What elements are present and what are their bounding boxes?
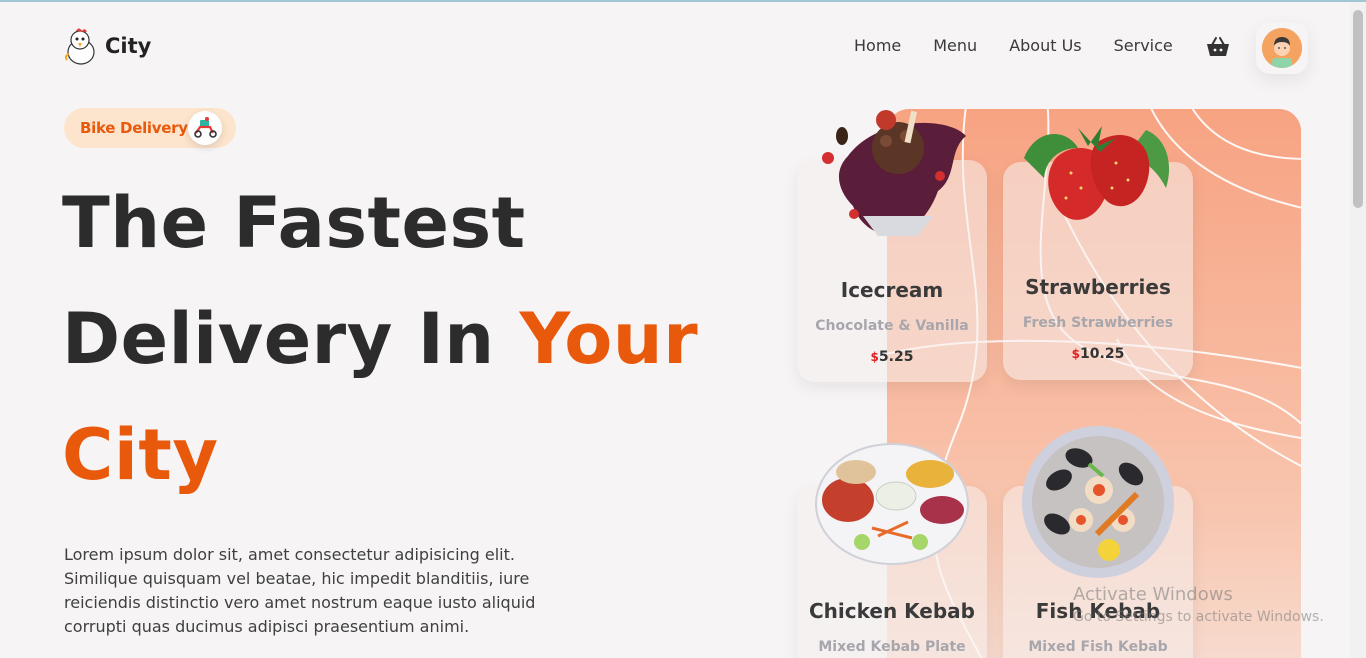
card-price: $10.25 bbox=[1003, 346, 1193, 362]
avatar-icon bbox=[1262, 28, 1302, 68]
card-price: $5.25 bbox=[797, 349, 987, 365]
headline-line-2-text: Delivery In bbox=[62, 298, 520, 380]
headline-line-1: The Fastest bbox=[62, 182, 526, 264]
chicken-kebab-image bbox=[815, 443, 969, 565]
fish-kebab-image bbox=[1022, 426, 1174, 578]
icecream-image bbox=[822, 110, 966, 236]
strawberries-image bbox=[1024, 126, 1170, 220]
card-title: Strawberries bbox=[1025, 275, 1171, 299]
nav-home[interactable]: Home bbox=[854, 36, 901, 55]
page-scrollbar[interactable] bbox=[1350, 2, 1366, 658]
main-nav: Home Menu About Us Service bbox=[854, 36, 1205, 55]
price-value: 10.25 bbox=[1080, 346, 1125, 362]
activation-watermark-subtitle: Go to Settings to activate Windows. bbox=[1073, 609, 1324, 625]
nav-service[interactable]: Service bbox=[1114, 36, 1173, 55]
avatar bbox=[1262, 28, 1302, 68]
card-subtitle: Chocolate & Vanilla bbox=[815, 318, 969, 334]
currency-symbol: $ bbox=[870, 350, 879, 364]
basket-icon[interactable] bbox=[1206, 36, 1230, 58]
chicken-logo-icon bbox=[64, 28, 95, 65]
brand-name: City bbox=[105, 34, 152, 58]
brand-logo[interactable]: City bbox=[63, 26, 151, 66]
activation-watermark-title: Activate Windows bbox=[1073, 584, 1233, 605]
nav-about-us[interactable]: About Us bbox=[1009, 36, 1081, 55]
badge-label: Bike Delivery bbox=[80, 119, 188, 137]
card-title: Chicken Kebab bbox=[809, 599, 975, 623]
scooter-icon bbox=[194, 117, 217, 138]
hero-description: Lorem ipsum dolor sit, amet consectetur … bbox=[64, 545, 536, 636]
bike-delivery-badge: Bike Delivery bbox=[64, 108, 236, 148]
scrollbar-thumb[interactable] bbox=[1353, 10, 1363, 208]
card-title: Icecream bbox=[840, 278, 944, 302]
card-subtitle: Fresh Strawberries bbox=[1022, 315, 1174, 331]
headline-line-2: Delivery In Your bbox=[62, 298, 698, 380]
nav-menu[interactable]: Menu bbox=[933, 36, 977, 55]
currency-symbol: $ bbox=[1071, 347, 1081, 361]
card-subtitle: Mixed Kebab Plate bbox=[818, 639, 966, 655]
card-subtitle: Mixed Fish Kebab bbox=[1028, 639, 1168, 655]
headline-accent-city: City bbox=[62, 414, 219, 496]
badge-icon-wrap bbox=[188, 111, 222, 145]
user-avatar-button[interactable] bbox=[1256, 22, 1308, 74]
headline-accent-your: Your bbox=[519, 298, 699, 380]
price-value: 5.25 bbox=[878, 349, 914, 365]
